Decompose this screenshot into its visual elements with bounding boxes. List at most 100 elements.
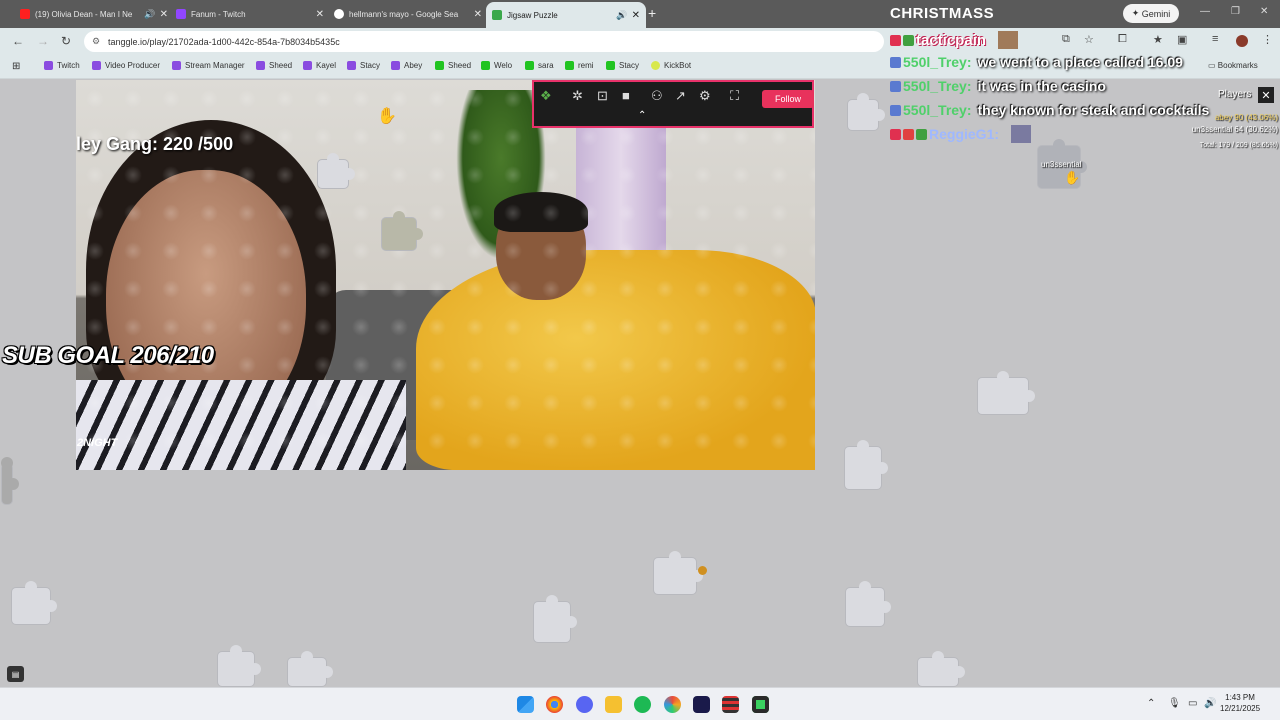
settings-icon[interactable]: ⚙ [699,88,711,104]
puzzle-piece[interactable] [288,651,333,686]
puzzle-piece[interactable] [12,581,57,624]
bookmark-item[interactable]: Welo [481,61,512,70]
player-hand-cursor-icon: ✋ [1064,170,1081,185]
reload-icon[interactable]: ↻ [61,34,71,48]
puzzle-piece[interactable] [1,457,19,504]
cast-icon[interactable]: ⧉ [1062,33,1070,46]
bookmark-item[interactable]: Sheed [256,61,292,70]
bookmark-item[interactable]: Sheed [435,61,471,70]
network-icon[interactable]: ▭ [1188,698,1197,709]
new-tab-button[interactable]: + [648,5,656,21]
chat-badge-icon [890,80,901,92]
puzzle-piece[interactable] [918,651,965,686]
tab-title: (19) Olivia Dean - Man I Ne [35,9,133,19]
spotify-icon[interactable] [634,696,651,713]
player-cursor-tag: un3ssential [1041,160,1082,169]
tab-title: Fanum - Twitch [191,9,246,19]
chat-toggle-icon[interactable]: ▤ [7,666,24,682]
bookmark-item[interactable]: Twitch [44,61,80,70]
windows-start-icon[interactable] [517,696,534,713]
extensions-icon[interactable]: ⧠ [1118,33,1127,46]
premiere-pro-icon[interactable] [693,696,710,713]
tab-google[interactable]: hellmann's mayo - Google Sea ✕ [328,3,488,25]
close-players-icon[interactable]: ✕ [1258,87,1274,103]
copilot-icon[interactable] [664,696,681,713]
preview-image-icon[interactable]: ⊡ [597,88,608,104]
close-tab-icon[interactable]: ✕ [160,9,168,20]
puzzle-piece[interactable] [218,645,261,686]
close-tab-icon[interactable]: ✕ [632,10,640,21]
bookmarks-folder[interactable]: ▭ Bookmarks [1208,61,1258,70]
puzzle-piece[interactable] [654,551,703,594]
forward-icon[interactable]: → [37,34,49,48]
tab-youtube[interactable]: (19) Olivia Dean - Man I Ne 🔊 ✕ [14,3,174,25]
chat-message: 550l_Trey: we went to a place called 16.… [890,51,1183,73]
share-icon[interactable]: ↗ [675,88,686,104]
discord-icon[interactable] [576,696,593,713]
microphone-icon[interactable]: 🎙 [1168,698,1181,709]
bookmark-item[interactable]: Abey [391,61,422,70]
speaker-icon[interactable]: 🔊 [144,9,155,20]
bookmark-item[interactable]: Stream Manager [172,61,245,70]
site-info-icon[interactable]: ⚙ [92,36,100,47]
scatter-icon[interactable]: ✲ [572,88,583,104]
bookmark-star-icon[interactable]: ☆ [1084,33,1094,46]
puzzle-piece[interactable] [382,211,423,250]
profile-avatar[interactable] [1236,35,1248,47]
puzzle-board[interactable]: ley Gang: 220 /500 [76,80,815,470]
file-explorer-icon[interactable] [605,696,622,713]
follow-button[interactable]: Follow [762,90,814,108]
bookmark-item[interactable]: Stacy [606,61,639,70]
split-view-icon[interactable]: ▣ [1177,33,1187,46]
puzzle-canvas[interactable]: ley Gang: 220 /500 SUB GOAL 206/210 2NIG… [0,80,1280,687]
minimize-icon[interactable]: — [1200,6,1210,17]
puzzle-icon [492,10,502,20]
tab-twitch[interactable]: Fanum - Twitch ✕ [170,3,330,25]
players-icon[interactable]: ⚇ [651,88,663,104]
emote-icon [998,31,1019,49]
background-icon[interactable]: ■ [622,88,630,103]
bookmark-item[interactable]: sara [525,61,554,70]
bookmark-item[interactable]: KickBot [651,61,691,70]
bookmark-label: Stacy [360,61,381,70]
tray-overflow-icon[interactable]: ⌃ [1147,698,1155,709]
reading-list-icon[interactable]: ≡ [1212,33,1218,45]
close-window-icon[interactable]: ✕ [1260,6,1268,17]
gemini-button[interactable]: ✦ Gemini [1123,4,1179,23]
bookmark-label: Bookmarks [1217,61,1258,70]
bookmark-item[interactable]: Video Producer [92,61,160,70]
fullscreen-icon[interactable]: ⛶ [730,88,739,104]
apps-icon[interactable]: ⊞ [12,61,20,72]
address-bar[interactable]: ⚙ tanggle.io/play/21702ada-1d00-442c-854… [84,31,884,52]
puzzle-piece[interactable] [845,440,888,489]
bookmark-item[interactable]: Kayel [303,61,336,70]
bookmark-label: sara [538,61,554,70]
bookmark-label: KickBot [664,61,692,70]
menu-icon[interactable]: ⋮ [1262,33,1273,46]
tab-strip: (19) Olivia Dean - Man I Ne 🔊 ✕ Fanum - … [0,0,1280,28]
puzzle-piece[interactable] [534,595,577,642]
bookmark-item[interactable]: remi [565,61,594,70]
speaker-icon[interactable]: 🔊 [616,10,627,21]
volume-icon[interactable]: 🔊 [1204,698,1216,709]
close-tab-icon[interactable]: ✕ [474,9,482,20]
streaming-app-icon[interactable] [722,696,739,713]
puzzle-piece[interactable] [848,93,885,130]
tab-jigsaw[interactable]: Jigsaw Puzzle 🔊 ✕ [486,2,646,28]
clock-time: 1:43 PM [1225,693,1255,702]
maximize-icon[interactable]: ❐ [1231,6,1240,17]
puzzle-piece[interactable] [978,371,1035,414]
bookmark-item[interactable]: Stacy [347,61,380,70]
chrome-icon[interactable] [546,696,563,713]
bookmark-label: Kayel [316,61,337,70]
favorites-icon[interactable]: ★ [1153,33,1163,46]
close-tab-icon[interactable]: ✕ [316,9,324,20]
puzzle-piece[interactable] [846,581,891,626]
puzzle-piece[interactable] [318,153,355,188]
system-clock[interactable]: 1:43 PM 12/21/2025 [1220,692,1260,714]
back-icon[interactable]: ← [12,34,24,48]
collapse-toolbar-icon[interactable]: ⌃ [638,110,646,121]
tab-title: Jigsaw Puzzle [507,10,558,20]
kick-app-icon[interactable] [752,696,769,713]
tab-title: hellmann's mayo - Google Sea [349,9,459,19]
